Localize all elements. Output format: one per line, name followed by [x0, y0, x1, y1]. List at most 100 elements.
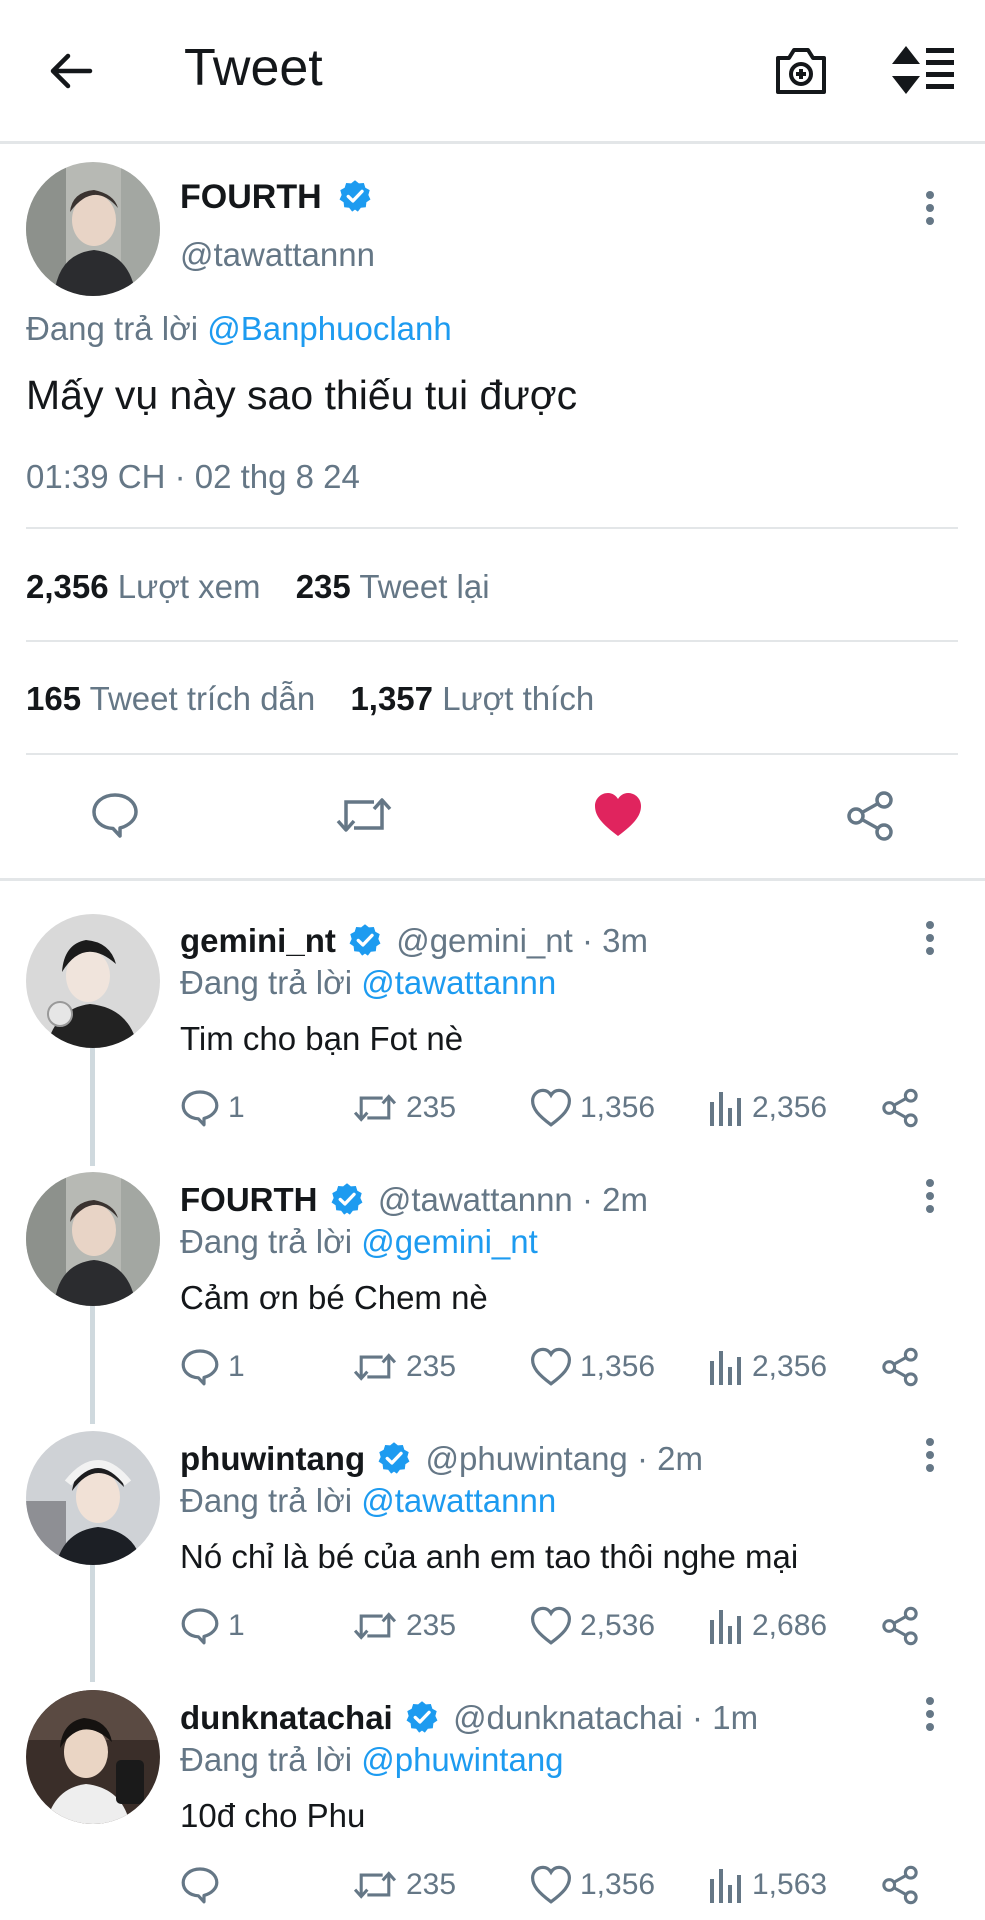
views-action[interactable]: 2,356: [708, 1347, 827, 1387]
like-action[interactable]: 2,536: [530, 1606, 655, 1646]
share-icon: [882, 1865, 918, 1905]
views-count: 2,356: [752, 1350, 828, 1383]
tweet-timestamp[interactable]: 01:39 CH · 02 thg 8 24: [26, 458, 360, 496]
reply-text: 10đ cho Phu: [180, 1797, 366, 1834]
views-action[interactable]: 2,356: [708, 1088, 827, 1128]
reply-to-link[interactable]: @gemini_nt: [361, 1223, 538, 1260]
verified-badge-icon: [406, 1701, 438, 1733]
reply-to-link[interactable]: @Banphuoclanh: [207, 310, 452, 347]
reply-text: Tim cho bạn Fot nè: [180, 1020, 464, 1057]
views-action[interactable]: 2,686: [708, 1606, 827, 1646]
reply-count: 1: [228, 1609, 245, 1642]
heart-icon: [530, 1347, 572, 1386]
like-action[interactable]: 1,356: [530, 1347, 655, 1387]
likes-count: 1,357: [350, 680, 434, 717]
thread-line: [90, 1304, 95, 1424]
author-name[interactable]: FOURTH: [180, 178, 373, 217]
reply-text: Cảm ơn bé Chem nè: [180, 1279, 488, 1316]
reply-context: Đang trả lời @phuwintang: [180, 1741, 564, 1779]
share-action[interactable]: [880, 1606, 928, 1646]
retweet-action[interactable]: 235: [352, 1347, 456, 1387]
reply-count: 1: [228, 1350, 245, 1383]
views-icon: [710, 1610, 741, 1644]
reply-button[interactable]: [90, 790, 140, 845]
more-options-button[interactable]: [920, 190, 940, 226]
back-button[interactable]: [46, 46, 96, 96]
reply-1-author[interactable]: gemini_nt @gemini_nt · 3m: [180, 922, 648, 960]
more-vert-icon: [926, 1697, 934, 1731]
views-icon: [710, 1092, 741, 1126]
verified-badge-icon: [378, 1442, 410, 1474]
views-icon: [710, 1351, 741, 1385]
reply-handle: @gemini_nt · 3m: [396, 922, 648, 959]
reply-context: Đang trả lời @tawattannn: [180, 1482, 556, 1520]
likes-stat[interactable]: 1,357 Lượt thích: [350, 680, 594, 717]
share-action[interactable]: [880, 1088, 928, 1128]
reply-icon: [181, 1090, 219, 1127]
camera-plus-icon: [776, 48, 826, 94]
retweet-icon: [353, 1353, 397, 1381]
more-options-button[interactable]: [920, 1178, 940, 1214]
views-action[interactable]: 1,563: [708, 1865, 827, 1905]
retweet-button[interactable]: [334, 790, 394, 845]
reply-4-author[interactable]: dunknatachai @dunknatachai · 1m: [180, 1699, 758, 1737]
camera-button[interactable]: [773, 44, 829, 98]
retweet-icon: [353, 1871, 397, 1899]
like-button[interactable]: [592, 790, 644, 845]
reply-action[interactable]: 1: [180, 1606, 245, 1646]
like-action[interactable]: 1,356: [530, 1088, 655, 1128]
divider: [26, 753, 958, 755]
reply-text: Nó chỉ là bé của anh em tao thôi nghe mạ…: [180, 1538, 799, 1575]
retweet-icon: [353, 1612, 397, 1640]
heart-icon: [530, 1606, 572, 1645]
more-options-button[interactable]: [920, 920, 940, 956]
share-action[interactable]: [880, 1347, 928, 1387]
quotes-count: 165: [26, 680, 82, 717]
like-action[interactable]: 1,356: [530, 1865, 655, 1905]
avatar[interactable]: [26, 1172, 160, 1306]
likes-label: Lượt thích: [442, 680, 595, 717]
avatar[interactable]: [26, 1431, 160, 1565]
like-count: 2,536: [580, 1609, 656, 1642]
views-stat[interactable]: 2,356 Lượt xem: [26, 568, 270, 605]
reply-action[interactable]: 1: [180, 1347, 245, 1387]
views-label: Lượt xem: [117, 568, 261, 605]
thread-line: [90, 1562, 95, 1682]
reply-prefix: Đang trả lời: [180, 1741, 353, 1778]
reply-to-link[interactable]: @tawattannn: [361, 1482, 556, 1519]
reply-2-author[interactable]: FOURTH @tawattannn · 2m: [180, 1181, 648, 1219]
heart-icon: [595, 793, 641, 836]
reply-icon: [181, 1608, 219, 1645]
quotes-stat[interactable]: 165 Tweet trích dẫn: [26, 680, 324, 717]
reply-action[interactable]: [180, 1865, 228, 1905]
retweet-icon: [353, 1094, 397, 1122]
sort-button[interactable]: [890, 44, 956, 96]
reply-context: Đang trả lời @gemini_nt: [180, 1223, 538, 1261]
retweet-action[interactable]: 235: [352, 1606, 456, 1646]
share-action[interactable]: [880, 1865, 928, 1905]
avatar[interactable]: [26, 914, 160, 1048]
reply-action[interactable]: 1: [180, 1088, 245, 1128]
reply-to-link[interactable]: @tawattannn: [361, 964, 556, 1001]
avatar[interactable]: [26, 1690, 160, 1824]
reply-prefix: Đang trả lời: [180, 964, 353, 1001]
more-options-button[interactable]: [920, 1696, 940, 1732]
avatar-photo: [26, 1690, 160, 1824]
avatar-photo: [26, 914, 160, 1048]
divider: [26, 527, 958, 529]
share-button[interactable]: [844, 790, 896, 847]
retweet-action[interactable]: 235: [352, 1088, 456, 1128]
more-options-button[interactable]: [920, 1437, 940, 1473]
retweet-count: 235: [406, 1868, 457, 1901]
avatar[interactable]: [26, 162, 160, 296]
retweets-stat[interactable]: 235 Tweet lại: [296, 568, 490, 605]
reply-3-author[interactable]: phuwintang @phuwintang · 2m: [180, 1440, 703, 1478]
retweet-action[interactable]: 235: [352, 1865, 456, 1905]
verified-badge-icon: [339, 180, 371, 212]
reply-to-link[interactable]: @phuwintang: [361, 1741, 563, 1778]
sort-icon: [892, 46, 954, 94]
more-vert-icon: [926, 191, 934, 225]
author-handle[interactable]: @tawattannn: [180, 236, 375, 274]
author-name-text: FOURTH: [180, 178, 322, 216]
reply-author-name: dunknatachai: [180, 1699, 393, 1736]
